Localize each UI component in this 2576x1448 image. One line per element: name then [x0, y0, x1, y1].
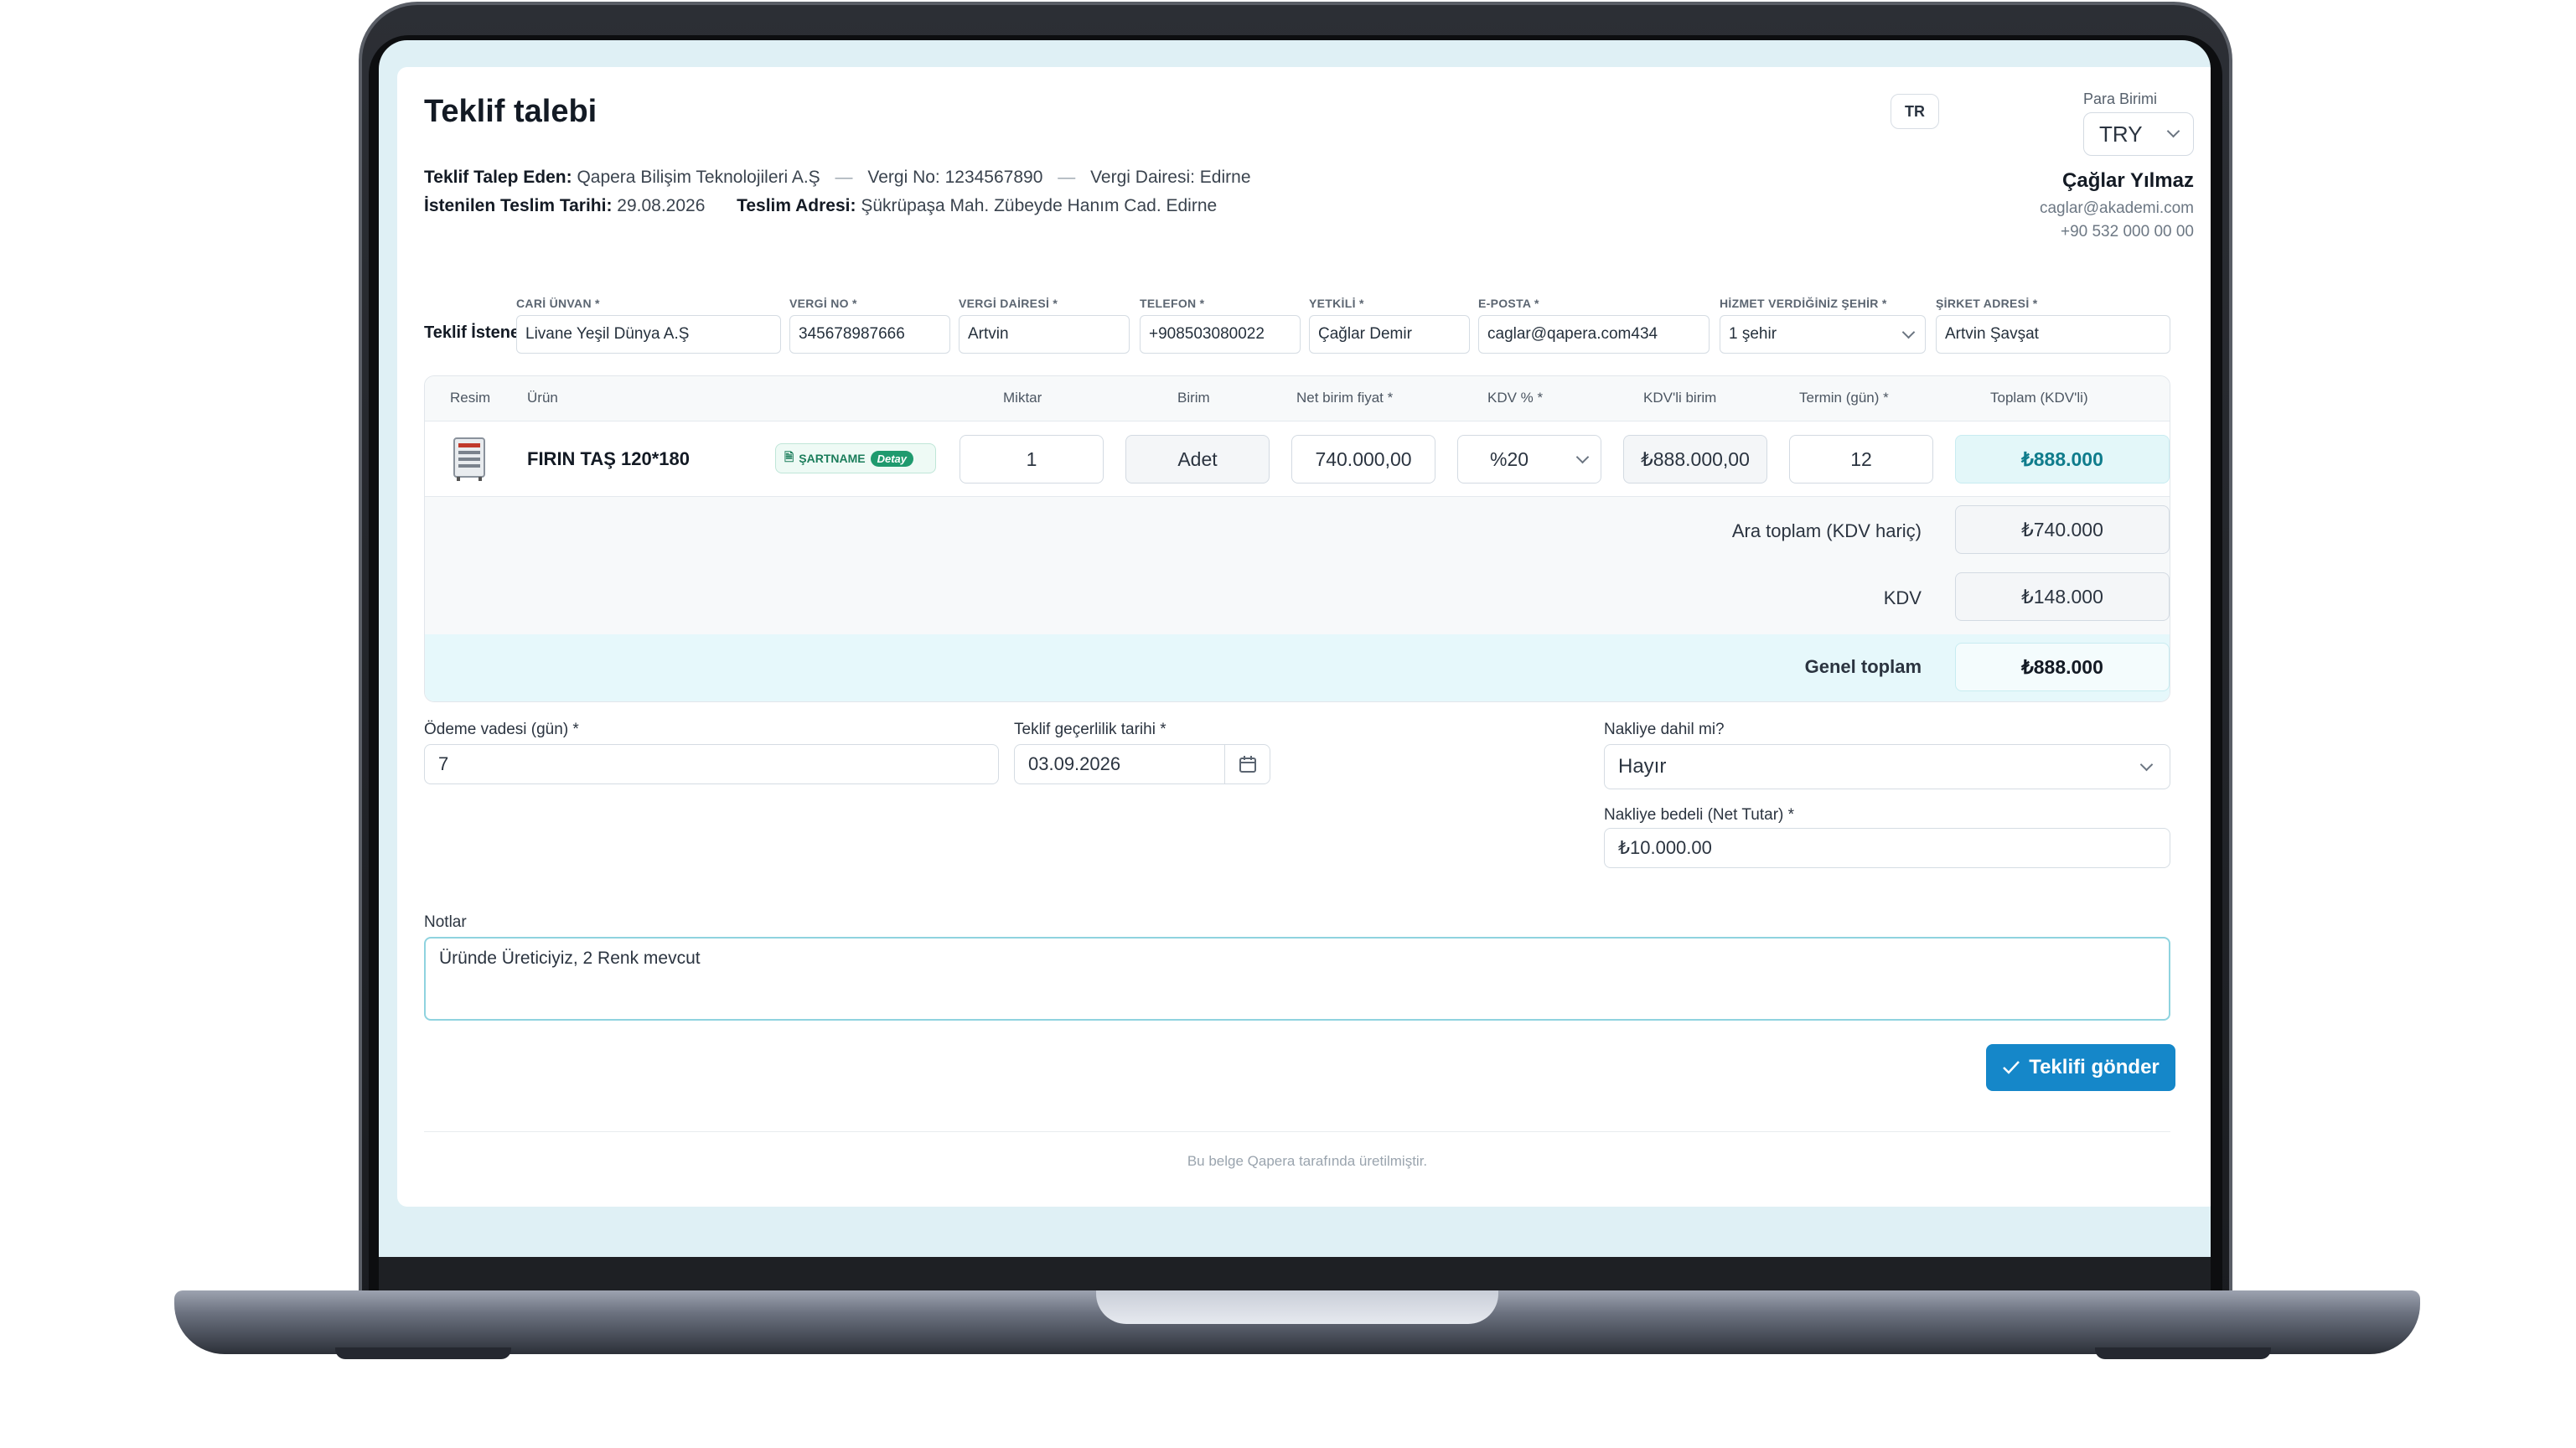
th-qty: Miktar	[1003, 390, 1042, 406]
subtotal-label: Ara toplam (KDV hariç)	[1731, 520, 1922, 541]
field-label-address: ŞİRKET ADRESİ *	[1936, 297, 2038, 310]
spec-label: ŞARTNAME	[799, 452, 866, 465]
check-icon	[2003, 1061, 2020, 1074]
laptop-base-notch	[1096, 1290, 1498, 1324]
currency-value: TRY	[2099, 121, 2143, 147]
email-input[interactable]: caglar@qapera.com434	[1478, 315, 1710, 354]
laptop-foot-right	[2095, 1347, 2271, 1359]
th-total: Toplam (KDV'li)	[1990, 390, 2088, 406]
user-phone: +90 532 000 00 00	[2060, 223, 2194, 240]
table-row: FIRIN TAŞ 120*180 🗎 ŞARTNAME Detay 1 Ade…	[425, 421, 2170, 497]
delivery-date-label: İstenilen Teslim Tarihi:	[424, 196, 613, 215]
spec-document-button[interactable]: 🗎 ŞARTNAME Detay	[775, 443, 936, 473]
field-label-contact: YETKİLİ *	[1309, 297, 1364, 310]
document-icon: 🗎	[784, 450, 794, 463]
validity-date-input[interactable]: 03.09.2026	[1014, 744, 1270, 784]
th-net-price: Net birim fiyat *	[1296, 390, 1394, 406]
requester-tax-no: Vergi No: 1234567890	[867, 168, 1043, 187]
th-unit: Birim	[1177, 390, 1210, 406]
shipping-cost-input[interactable]: ₺10.000.00	[1604, 828, 2170, 868]
chevron-down-icon	[1901, 325, 1916, 339]
th-vat: KDV % *	[1487, 390, 1544, 406]
grand-total-row: Genel toplam ₺888.000	[425, 634, 2170, 701]
notes-textarea[interactable]: Üründe Üreticiyiz, 2 Renk mevcut	[424, 937, 2170, 1021]
requester-company: Qapera Bilişim Teknolojileri A.Ş	[577, 168, 820, 187]
language-button[interactable]: TR	[1891, 94, 1939, 129]
shipping-included-value: Hayır	[1618, 755, 1667, 778]
requester-tax-office: Vergi Dairesi: Edirne	[1090, 168, 1251, 187]
vat-value: %20	[1490, 447, 1529, 470]
shipping-cost-label: Nakliye bedeli (Net Tutar) *	[1604, 806, 1795, 824]
row-total: ₺888.000	[1955, 435, 2170, 484]
validity-date-value: 03.09.2026	[1028, 753, 1121, 774]
laptop-screen: Teklif talebi TR Para Birimi TRY Teklif …	[379, 40, 2211, 1257]
currency-select[interactable]: TRY	[2083, 112, 2194, 156]
page-title: Teklif talebi	[424, 94, 597, 129]
delivery-date: 29.08.2026	[617, 196, 706, 215]
chevron-down-icon	[2166, 124, 2180, 138]
th-vat-price: KDV'li birim	[1643, 390, 1717, 406]
requester-info-line: Teklif Talep Eden: Qapera Bilişim Teknol…	[424, 168, 1251, 187]
field-label-tax-office: VERGİ DAİRESİ *	[959, 297, 1058, 310]
grand-total-label: Genel toplam	[1804, 656, 1922, 677]
net-price-input[interactable]: 740.000,00	[1291, 435, 1435, 484]
notes-label: Notlar	[424, 913, 467, 931]
table-header: Resim Ürün Miktar Birim Net birim fiyat …	[425, 376, 2170, 421]
delivery-info-line: İstenilen Teslim Tarihi: 29.08.2026 Tesl…	[424, 196, 1217, 216]
footer-note: Bu belge Qapera tarafında üretilmiştir.	[1187, 1153, 1428, 1169]
grand-total-value: ₺888.000	[1955, 643, 2170, 691]
unit-field: Adet	[1125, 435, 1270, 484]
quote-request-card: Teklif talebi TR Para Birimi TRY Teklif …	[397, 67, 2211, 1207]
qty-input[interactable]: 1	[960, 435, 1104, 484]
company-input[interactable]: Livane Yeşil Dünya A.Ş	[516, 315, 781, 354]
subtotal-value: ₺740.000	[1955, 505, 2170, 554]
city-select[interactable]: 1 şehir	[1720, 315, 1926, 354]
contact-input[interactable]: Çağlar Demir	[1309, 315, 1470, 354]
th-image: Resim	[450, 390, 491, 406]
term-input[interactable]: 12	[1789, 435, 1933, 484]
shipping-included-label: Nakliye dahil mi?	[1604, 721, 1725, 738]
field-label-phone: TELEFON *	[1140, 297, 1205, 310]
vat-total-value: ₺148.000	[1955, 572, 2170, 621]
chevron-down-icon	[2139, 758, 2154, 772]
calendar-icon[interactable]	[1224, 745, 1270, 783]
requester-label: Teklif Talep Eden:	[424, 168, 572, 187]
vat-unit-price: ₺888.000,00	[1623, 435, 1767, 484]
user-email: caglar@akademi.com	[2039, 199, 2194, 217]
spec-detail-badge: Detay	[870, 450, 914, 467]
field-label-tax-no: VERGİ NO *	[789, 297, 857, 310]
footer-divider	[424, 1131, 2170, 1132]
field-label-company: CARİ ÜNVAN *	[516, 297, 600, 310]
submit-quote-label: Teklifi gönder	[2029, 1056, 2160, 1078]
vat-total-label: KDV	[1883, 587, 1922, 608]
tax-office-input[interactable]: Artvin	[959, 315, 1130, 354]
payment-term-label: Ödeme vadesi (gün) *	[424, 721, 579, 738]
vat-select[interactable]: %20	[1457, 435, 1601, 484]
laptop-foot-left	[335, 1347, 511, 1359]
th-product: Ürün	[527, 390, 558, 406]
submit-quote-button[interactable]: Teklifi gönder	[1986, 1044, 2175, 1091]
delivery-address-label: Teslim Adresi:	[737, 196, 856, 215]
validity-date-label: Teklif geçerlilik tarihi *	[1014, 721, 1166, 738]
product-table: Resim Ürün Miktar Birim Net birim fiyat …	[424, 375, 2170, 702]
tax-no-input[interactable]: 345678987666	[789, 315, 950, 354]
th-term: Termin (gün) *	[1799, 390, 1889, 406]
city-value: 1 şehir	[1729, 325, 1777, 343]
chevron-down-icon	[1575, 450, 1590, 464]
address-input[interactable]: Artvin Şavşat	[1936, 315, 2170, 354]
delivery-address: Şükrüpaşa Mah. Zübeyde Hanım Cad. Edirne	[861, 196, 1218, 215]
field-label-email: E-POSTA *	[1478, 297, 1539, 310]
shipping-included-select[interactable]: Hayır	[1604, 744, 2170, 789]
currency-label: Para Birimi	[2083, 90, 2158, 107]
user-name: Çağlar Yılmaz	[2062, 169, 2194, 192]
phone-input[interactable]: +908503080022	[1140, 315, 1301, 354]
field-label-city: HİZMET VERDİĞİNİZ ŞEHİR *	[1720, 297, 1887, 310]
payment-term-input[interactable]: 7	[424, 744, 999, 784]
oven-product-image	[453, 437, 485, 481]
product-name: FIRIN TAŞ 120*180	[527, 448, 691, 469]
